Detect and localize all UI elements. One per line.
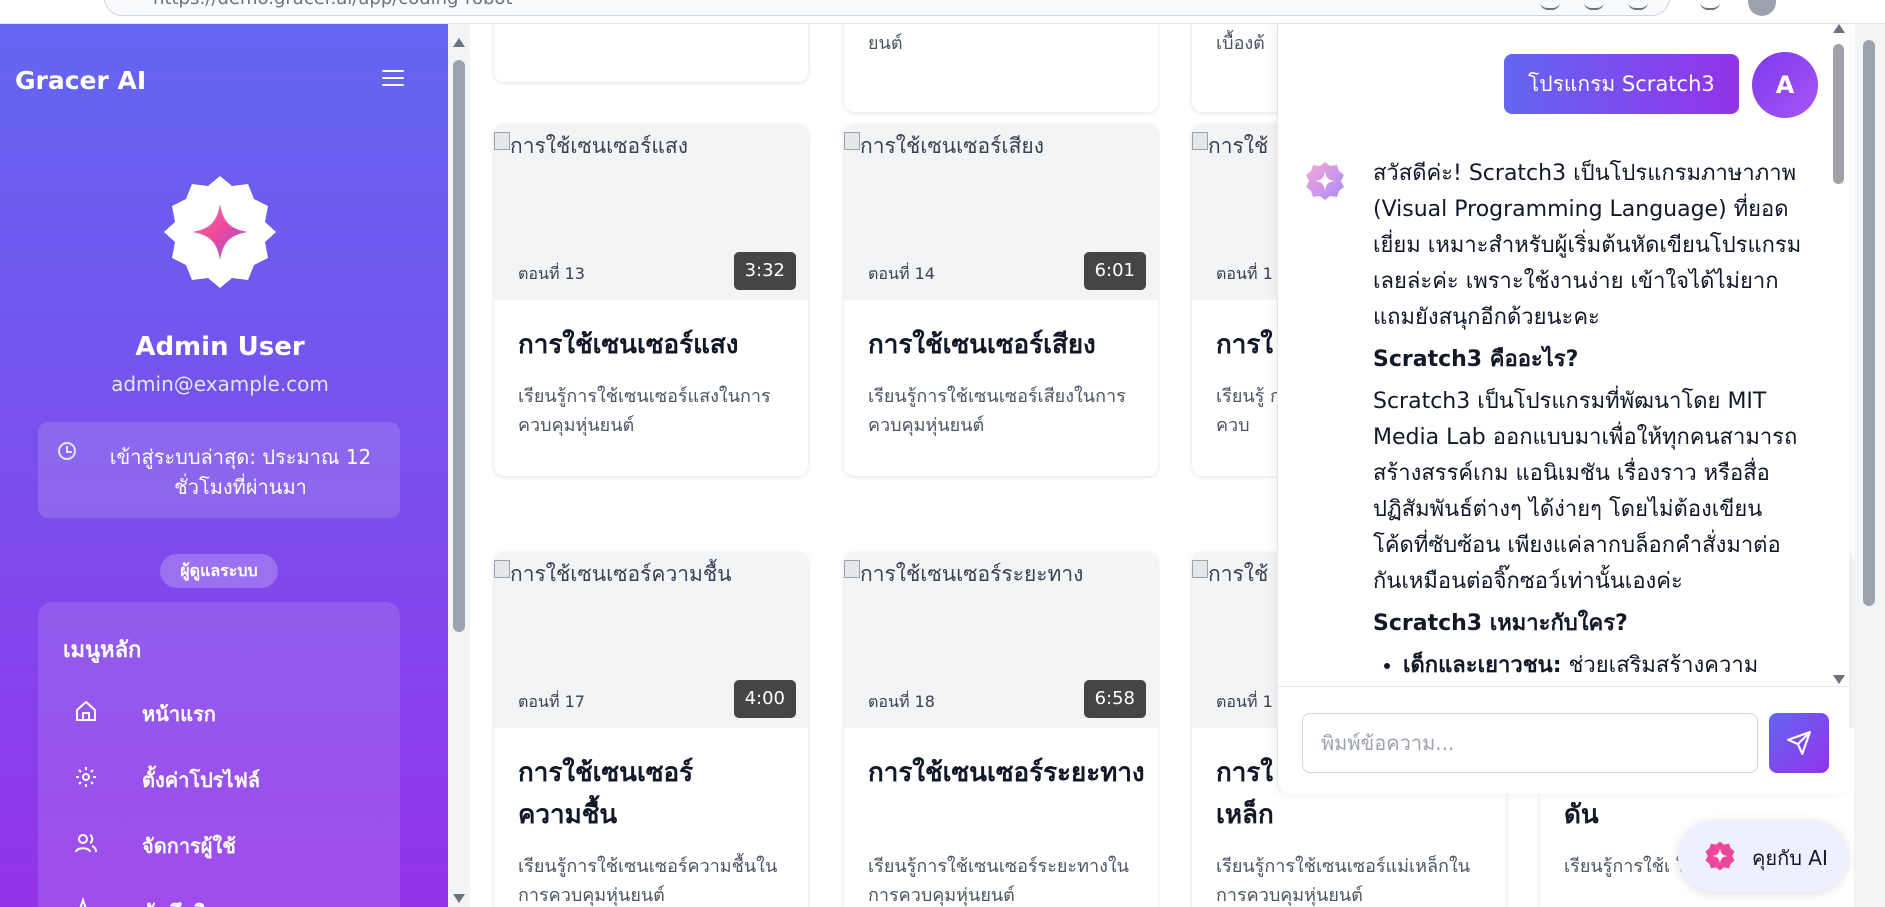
users-icon [75,834,97,853]
card-desc: เรียนรู้การใช้เซนเซอร์ความชื้นในการควบคุ… [518,856,778,906]
gear-icon [76,767,96,787]
duration-badge: 6:58 [1083,680,1146,718]
main-menu: เมนูหลัก หน้าแรก ตั้งค่าโปรไฟล์ จัดการผู… [38,602,400,907]
video-card[interactable]: การใช้เซนเซอร์ความชื้น ตอนที่ 17 4:00 กา… [494,552,808,907]
thumbnail-alt-text: การใช้เซนเซอร์เสียง [844,130,1044,163]
card-partial[interactable] [494,24,808,82]
card-desc: เรียนรู้การใช้เซนเซอร์แสงในการควบคุมหุ่น… [518,386,771,436]
page-scrollbar[interactable] [1855,24,1885,907]
duration-badge: 6:01 [1083,252,1146,290]
thumbnail-alt-text: การใช้เซนเซอร์แสง [494,130,688,163]
send-button[interactable] [1769,713,1829,773]
home-icon [76,700,96,721]
main-scrollbar[interactable] [448,24,470,907]
card-title: การใช้เซนเซอร์แสง [518,330,739,360]
sidebar-item-home[interactable]: หน้าแรก [58,686,378,736]
ai-message-paragraph: Scratch3 เป็นโปรแกรมที่พัฒนาโดย MIT Medi… [1373,389,1798,594]
menu-title: เมนูหลัก [63,638,142,663]
card-desc: ยนต์ [868,33,903,54]
thumbnail-alt-text: การใช้เซนเซอร์ความชื้น [494,558,731,591]
user-message-bubble: โปรแกรม Scratch3 [1504,54,1739,114]
ai-message: สวัสดีค่ะ! Scratch3 เป็นโปรแกรมภาษาภาพ (… [1373,156,1803,684]
user-avatar: A [1752,52,1818,118]
card-title: การใช้เซนเซอร์ความชื้น [518,758,694,830]
sidebar-item-label: ตั้งค่าโปรไฟล์ [142,768,261,792]
ai-sparkle-icon [1306,162,1344,200]
clock-icon [58,442,76,460]
thumbnail-alt-text: การใช้ [1192,558,1268,591]
card-desc: เรียนรู้การใช้เซนเซอร์เสียงในการควบคุมหุ… [868,386,1126,436]
chat-input[interactable] [1302,713,1758,773]
last-login-text: เข้าสู่ระบบล่าสุด: ประมาณ 12 ชั่วโมงที่ผ… [109,445,372,499]
ai-message-heading: Scratch3 คืออะไร? [1373,347,1579,372]
sparkle-logo-icon [164,176,276,288]
episode-label: ตอนที่ 1 [1216,692,1273,711]
activity-icon [79,897,87,907]
scrollbar-thumb[interactable] [1833,44,1844,184]
app-title: Gracer AI [15,66,147,95]
card-desc: เบื้องต้ [1216,33,1265,54]
sidebar-item-user-management[interactable]: จัดการผู้ใช้ [58,818,378,868]
user-email: admin@example.com [111,372,329,396]
chat-with-ai-label: คุยกับ AI [1752,846,1828,870]
browser-profile-avatar[interactable] [1748,0,1776,16]
ai-sparkle-icon [1705,841,1735,871]
thumbnail-alt-text: การใช้ [1192,130,1268,163]
ai-message-intro: สวัสดีค่ะ! Scratch3 เป็นโปรแกรมภาษาภาพ (… [1373,161,1802,330]
episode-label: ตอนที่ 13 [518,264,585,283]
card-title: การใช้เซนเซอร์ระยะทาง [868,758,1145,788]
scroll-down-arrow-icon[interactable] [453,894,465,903]
video-card[interactable]: การใช้เซนเซอร์ระยะทาง ตอนที่ 18 6:58 การ… [844,552,1158,907]
user-name: Admin User [135,332,305,362]
thumbnail-alt-text: การใช้เซนเซอร์ระยะทาง [844,558,1083,591]
chat-composer [1278,686,1849,794]
card-partial[interactable]: ยนต์ [844,24,1158,112]
video-thumbnail[interactable]: การใช้เซนเซอร์แสง ตอนที่ 13 3:32 [494,124,808,300]
extensions-icon[interactable] [1700,0,1720,10]
duration-badge: 3:32 [733,252,796,290]
chat-scrollbar[interactable] [1829,24,1849,684]
scroll-up-arrow-icon[interactable] [453,38,465,47]
sidebar-item-label: บันทึกกิจกรรม [142,896,264,907]
last-login-panel: เข้าสู่ระบบล่าสุด: ประมาณ 12 ชั่วโมงที่ผ… [38,422,400,518]
sidebar-item-label: จัดการผู้ใช้ [142,834,236,858]
list-item-text: ช่วยเสริมสร้างความ [1561,653,1759,678]
card-title: การใช้เซนเซอร์เสียง [868,330,1096,360]
video-thumbnail[interactable]: การใช้เซนเซอร์เสียง ตอนที่ 14 6:01 [844,124,1158,300]
ai-chat-panel: โปรแกรม Scratch3 A สวัสดีค่ะ! Scratch3 เ… [1277,24,1849,794]
ai-message-list: เด็กและเยาวชน: ช่วยเสริมสร้างความ [1403,648,1803,684]
list-item-bold: เด็กและเยาวชน: [1403,653,1562,678]
video-thumbnail[interactable]: การใช้เซนเซอร์ระยะทาง ตอนที่ 18 6:58 [844,552,1158,728]
browser-toolbar: https://demo.gracer.ai/app/coding-robot [0,0,1885,24]
address-bar[interactable]: https://demo.gracer.ai/app/coding-robot [104,0,1670,16]
scrollbar-thumb[interactable] [453,60,465,632]
send-icon [1787,731,1811,755]
episode-label: ตอนที่ 17 [518,692,585,711]
sidebar-item-profile-settings[interactable]: ตั้งค่าโปรไฟล์ [58,752,378,802]
role-badge: ผู้ดูแลระบบ [160,554,278,588]
video-card[interactable]: การใช้เซนเซอร์เสียง ตอนที่ 14 6:01 การใช… [844,124,1158,476]
sidebar-item-label: หน้าแรก [142,702,216,726]
scrollbar-thumb[interactable] [1863,40,1875,606]
sidebar-item-activity-log[interactable]: บันทึกกิจกรรม [58,884,378,907]
episode-label: ตอนที่ 14 [868,264,935,283]
sidebar: Gracer AI Admin User admin@example.com เ… [0,24,448,907]
episode-label: ตอนที่ 1 [1216,264,1273,283]
hamburger-menu-icon[interactable] [382,70,404,88]
card-desc: เรียนรู้การใช้เซนเซอร์แม่เหล็กในการควบคุ… [1216,856,1471,906]
video-card[interactable]: การใช้เซนเซอร์แสง ตอนที่ 13 3:32 การใช้เ… [494,124,808,476]
scroll-down-arrow-icon[interactable] [1833,675,1845,684]
episode-label: ตอนที่ 18 [868,692,935,711]
video-thumbnail[interactable]: การใช้เซนเซอร์ความชื้น ตอนที่ 17 4:00 [494,552,808,728]
chat-with-ai-button[interactable]: คุยกับ AI [1678,820,1848,892]
duration-badge: 4:00 [733,680,796,718]
card-desc: เรียนรู้การใช้เซนเซอร์ระยะทางในการควบคุม… [868,856,1129,906]
ai-message-heading: Scratch3 เหมาะกับใคร? [1373,611,1628,636]
scroll-up-arrow-icon[interactable] [1833,24,1845,33]
list-item: เด็กและเยาวชน: ช่วยเสริมสร้างความ [1403,648,1803,684]
